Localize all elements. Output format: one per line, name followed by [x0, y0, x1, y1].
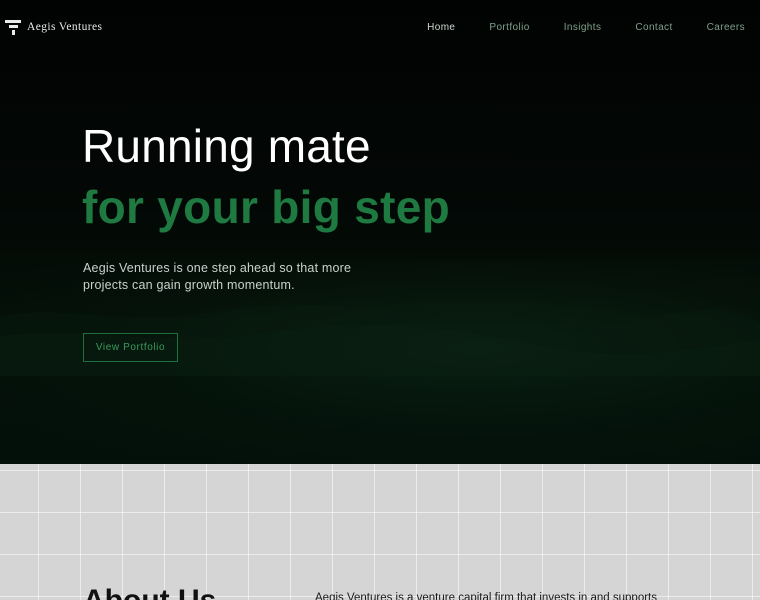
brand-logo[interactable]: Aegis Ventures: [5, 19, 102, 35]
hero-description: Aegis Ventures is one step ahead so that…: [83, 261, 352, 292]
about-description: Aegis Ventures is a venture capital firm…: [315, 592, 657, 600]
hero-headline: Running mate for your big step: [82, 118, 450, 235]
nav-item-contact[interactable]: Contact: [635, 22, 672, 33]
hero-headline-line1: Running mate: [82, 120, 371, 172]
hero-headline-line2: for your big step: [82, 181, 451, 233]
view-portfolio-button[interactable]: View Portfolio: [83, 333, 178, 362]
hero-section: Aegis Ventures Home Portfolio Insights C…: [0, 0, 760, 464]
about-title: About Us: [83, 584, 216, 600]
brand-name: Aegis Ventures: [27, 21, 103, 33]
aegis-logo-icon: [5, 20, 21, 35]
nav-item-portfolio[interactable]: Portfolio: [489, 22, 529, 33]
nav-item-insights[interactable]: Insights: [564, 22, 602, 33]
top-navigation: Aegis Ventures Home Portfolio Insights C…: [0, 0, 760, 56]
nav-item-careers[interactable]: Careers: [707, 22, 745, 33]
about-section: About Us Aegis Ventures is a venture cap…: [0, 464, 760, 600]
nav-item-home[interactable]: Home: [427, 22, 455, 33]
page: Aegis Ventures Home Portfolio Insights C…: [0, 0, 760, 600]
nav-links: Home Portfolio Insights Contact Careers: [427, 22, 745, 33]
